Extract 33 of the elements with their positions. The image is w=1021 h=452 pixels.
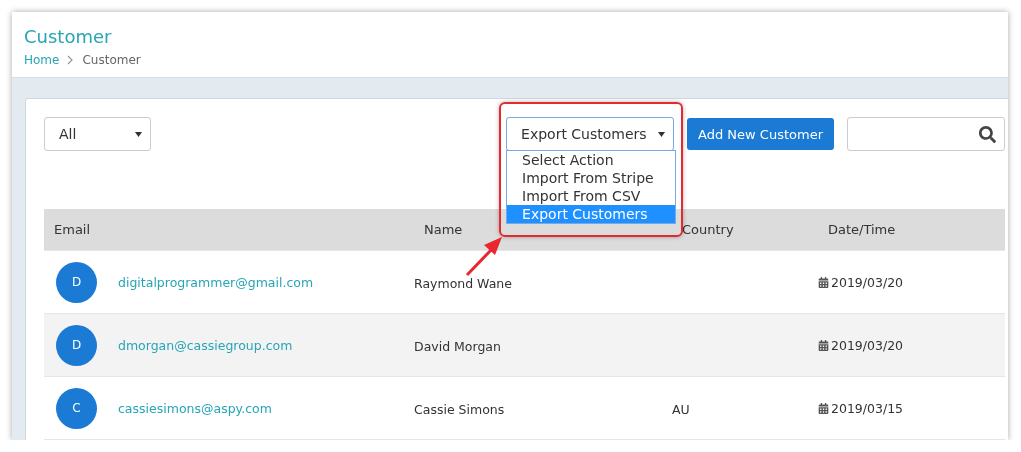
chevron-icon — [67, 55, 75, 65]
search-icon — [979, 125, 996, 143]
calendar-icon — [818, 276, 829, 288]
calendar-icon — [818, 402, 829, 414]
country-cell: AU — [672, 401, 690, 417]
email-link[interactable]: dmorgan@cassiegroup.com — [118, 337, 293, 353]
breadcrumb-current: Customer — [82, 53, 141, 67]
avatar: C — [56, 387, 97, 429]
arrow-drawing — [464, 235, 505, 278]
filter-select[interactable]: All — [44, 117, 151, 151]
dropdown-option[interactable]: Export Customers — [507, 205, 676, 223]
date-cell: 2019/03/15 — [831, 400, 904, 416]
page-title: Customer — [24, 26, 113, 47]
column-header: Name — [423, 222, 464, 237]
breadcrumb-link[interactable]: Home — [24, 53, 60, 67]
caret-icon — [658, 131, 666, 137]
name-cell: David Morgan — [414, 338, 501, 354]
avatar: D — [56, 261, 97, 303]
avatar: D — [56, 324, 97, 366]
column-header: Date/Time — [827, 222, 897, 237]
name-cell: Raymond Wane — [414, 275, 512, 291]
email-link[interactable]: cassiesimons@aspy.com — [118, 400, 272, 416]
add-customer-button[interactable]: Add New Customer — [687, 118, 834, 150]
date-cell: 2019/03/20 — [831, 274, 904, 290]
search-field[interactable] — [847, 117, 1005, 151]
action-select[interactable]: Export Customers — [506, 117, 675, 151]
column-header: Email — [53, 222, 92, 237]
email-link[interactable]: digitalprogrammer@gmail.com — [118, 274, 314, 290]
column-header: Country — [681, 222, 735, 237]
name-cell: Cassie Simons — [414, 401, 505, 417]
calendar-icon — [818, 339, 829, 351]
caret-icon — [135, 131, 142, 137]
date-cell: 2019/03/20 — [831, 337, 904, 353]
